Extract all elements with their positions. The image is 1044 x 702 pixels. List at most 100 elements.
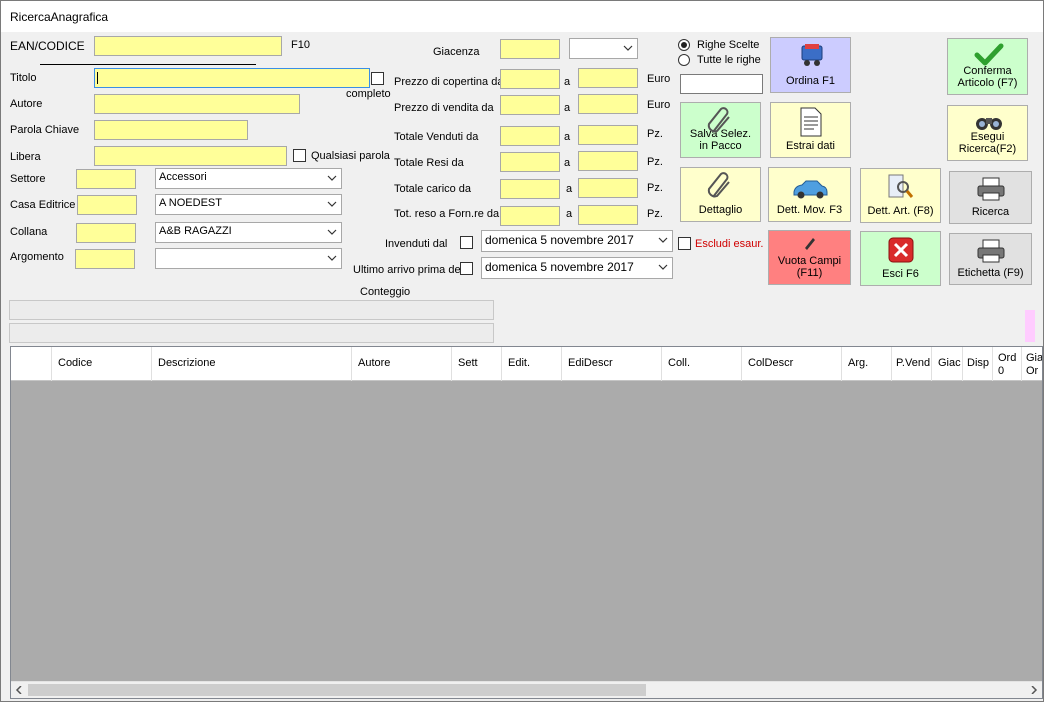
shopping-cart-icon [801,44,823,66]
qualsiasi-label: Qualsiasi parola [311,150,390,162]
grid-header-cell[interactable]: Sett [452,347,502,381]
completo-checkbox[interactable] [371,72,384,85]
chevron-down-icon [327,201,337,207]
giacenza-input[interactable] [500,39,560,59]
a-label: a [566,183,573,195]
prezzo-vendita-a-input[interactable] [578,94,638,114]
argomento-code-input[interactable] [75,249,135,269]
prezzo-copertina-da-input[interactable] [500,69,560,89]
grid-header: Codice Descrizione Autore Sett Edit. Edi… [11,347,1042,381]
righe-scelte-radio[interactable] [678,39,690,51]
settore-select[interactable]: Accessori [155,168,342,189]
escludi-checkbox[interactable] [678,237,691,250]
vuota-campi-button[interactable]: Vuota Campi (F11) [768,230,851,285]
chevron-right-icon[interactable] [1030,686,1038,694]
grid-header-cell[interactable]: Giac [932,347,963,381]
reso-forn-da-input[interactable] [500,206,560,226]
giacenza-label: Giacenza [433,46,480,58]
checkmark-icon [974,43,1004,66]
euro-label: Euro [647,99,671,111]
grid-header-cell[interactable]: Arg. [842,347,892,381]
casa-editrice-label: Casa Editrice [10,199,76,211]
settore-code-input[interactable] [76,169,136,189]
escludi-label: Escludi esaur. [695,238,764,250]
esegui-ricerca-button[interactable]: Esegui Ricerca(F2) [947,105,1028,161]
righe-count-input[interactable] [680,74,763,94]
venduti-da-input[interactable] [500,126,560,146]
carico-da-input[interactable] [500,179,560,199]
grid-header-cell[interactable] [11,347,52,381]
vuota-label-2: (F11) [796,267,823,279]
ean-input[interactable] [94,36,282,56]
collana-select[interactable]: A&B RAGAZZI [155,222,342,243]
a-label: a [564,76,571,88]
estrai-dati-button[interactable]: Estrai dati [770,102,851,158]
venduti-a-input[interactable] [578,125,638,145]
pz-label: Pz. [647,208,663,220]
dett-art-button[interactable]: Dett. Art. (F8) [860,168,941,223]
grid-header-cell[interactable]: Coll. [662,347,742,381]
car-icon [793,180,828,199]
giacenza-operator-select[interactable] [569,38,638,59]
carico-a-input[interactable] [578,178,638,198]
grid-header-cell[interactable]: Descrizione [152,347,352,381]
grid-header-cell[interactable]: EdiDescr [562,347,662,381]
ultimo-arrivo-date-picker[interactable]: domenica 5 novembre 2017 [481,257,673,279]
grid-header-cell[interactable]: Edit. [502,347,562,381]
grid-header-cell[interactable]: P.Vend [892,347,932,381]
grid-header-cell[interactable]: Autore [352,347,452,381]
ean-key-hint: F10 [291,39,310,51]
argomento-select[interactable] [155,248,342,269]
prezzo-copertina-a-input[interactable] [578,68,638,88]
results-grid[interactable]: Codice Descrizione Autore Sett Edit. Edi… [10,346,1043,699]
grid-header-cell[interactable]: Gia Or [1022,347,1042,381]
tutte-righe-label: Tutte le righe [697,54,761,66]
esci-button[interactable]: Esci F6 [860,231,941,286]
paperclip-icon [707,107,730,133]
conferma-articolo-button[interactable]: Conferma Articolo (F7) [947,38,1028,95]
title-bar: RicercaAnagrafica [1,1,1043,32]
casa-editrice-select[interactable]: A NOEDEST [155,194,342,215]
chevron-down-icon [623,45,633,51]
resi-label: Totale Resi da [394,157,464,169]
collana-code-input[interactable] [76,223,136,243]
salva-selez-button[interactable]: Salva Selez. in Pacco [680,102,761,158]
scrollbar-thumb[interactable] [28,684,646,696]
a-label: a [564,157,571,169]
chevron-left-icon[interactable] [15,686,23,694]
invenduti-date-picker[interactable]: domenica 5 novembre 2017 [481,230,673,252]
ordina-button[interactable]: Ordina F1 [770,37,851,93]
titolo-input[interactable] [94,68,370,88]
binoculars-icon [976,118,1002,130]
a-label: a [564,102,571,114]
dett-mov-button[interactable]: Dett. Mov. F3 [768,167,851,222]
tutte-righe-radio[interactable] [678,54,690,66]
esci-label: Esci F6 [882,268,919,280]
dett-art-label: Dett. Art. (F8) [867,205,934,217]
ricerca-button[interactable]: Ricerca [949,171,1032,224]
etichetta-button[interactable]: Etichetta (F9) [949,233,1032,285]
casa-selected: A NOEDEST [159,197,222,209]
grid-header-cell[interactable]: Codice [52,347,152,381]
reso-forn-a-input[interactable] [578,205,638,225]
settore-label: Settore [10,173,46,185]
casa-code-input[interactable] [77,195,137,215]
parola-chiave-input[interactable] [94,120,248,140]
resi-da-input[interactable] [500,152,560,172]
grid-header-cell[interactable]: ColDescr [742,347,842,381]
document-icon [800,107,822,137]
ultimo-arrivo-date: domenica 5 novembre 2017 [485,260,634,274]
autore-input[interactable] [94,94,300,114]
qualsiasi-checkbox[interactable] [293,149,306,162]
invenduti-checkbox[interactable] [460,236,473,249]
dettaglio-button[interactable]: Dettaglio [680,167,761,222]
grid-header-cell[interactable]: Disp [963,347,993,381]
resi-a-input[interactable] [578,151,638,171]
horizontal-scrollbar[interactable] [11,681,1042,698]
prezzo-vendita-da-input[interactable] [500,95,560,115]
ultimo-arrivo-checkbox[interactable] [460,262,473,275]
libera-input[interactable] [94,146,287,166]
window: RicercaAnagrafica EAN/CODICE F10 Titolo … [0,0,1044,702]
grid-header-cell[interactable]: Ord 0 [993,347,1022,381]
conferma-label-2: Articolo (F7) [957,77,1018,89]
